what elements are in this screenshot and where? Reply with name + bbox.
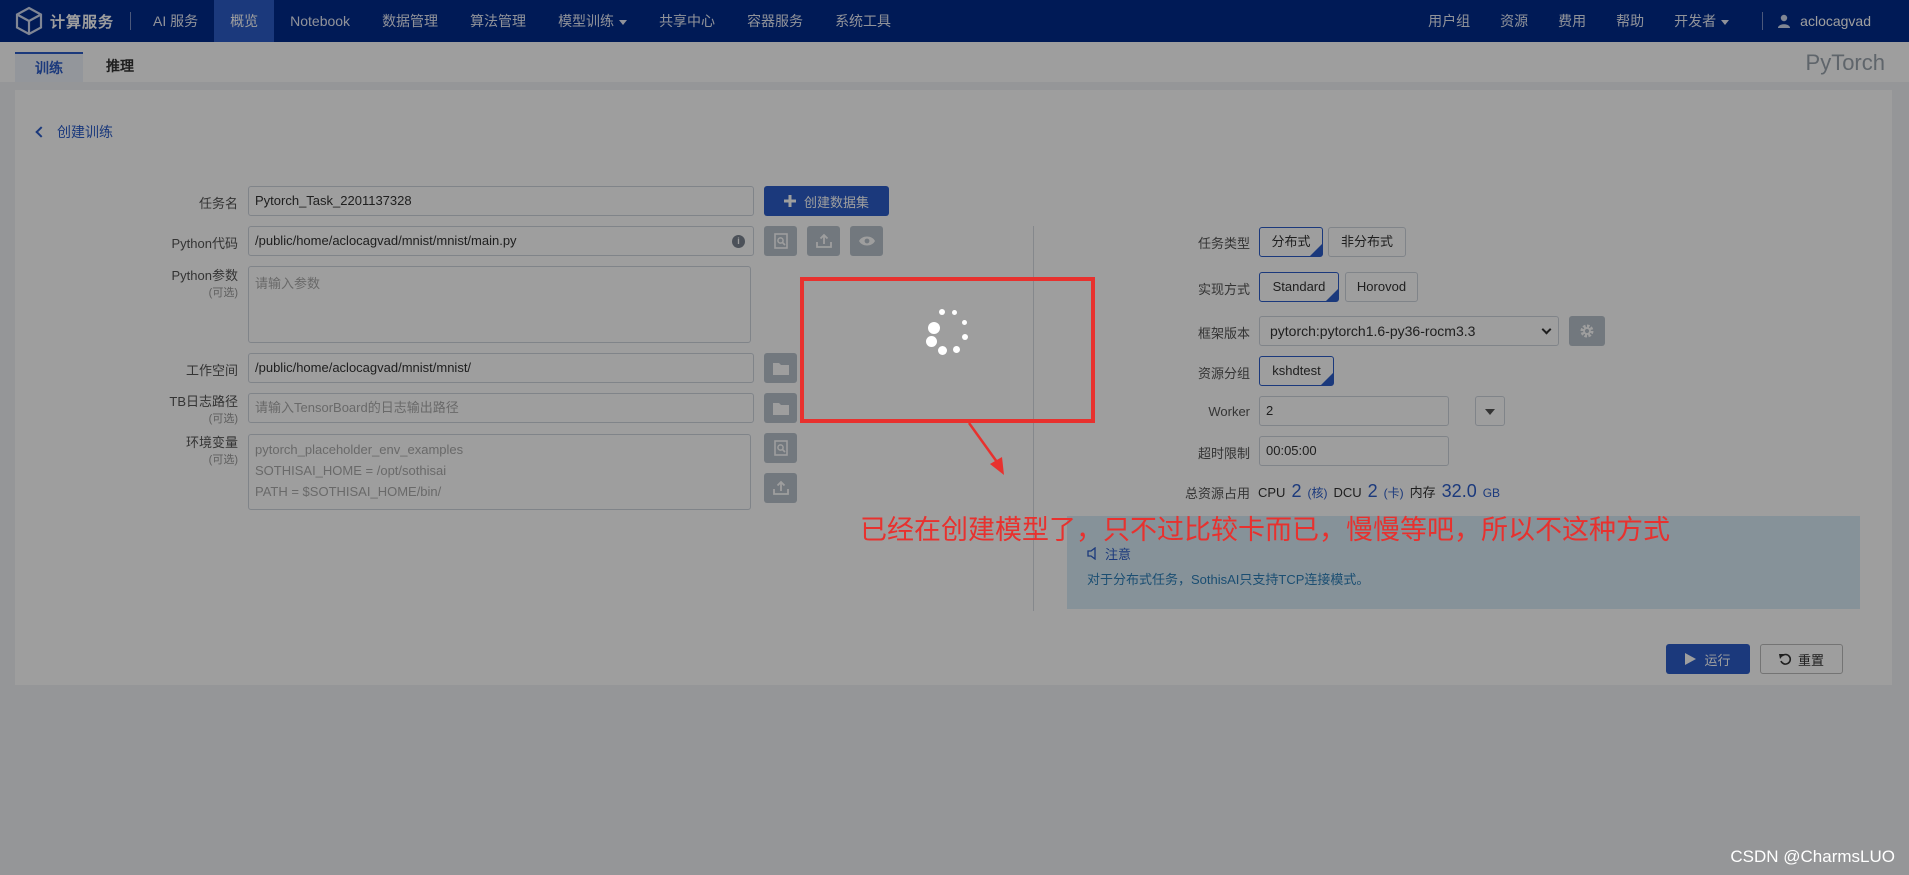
watermark: CSDN @CharmsLUO (1730, 847, 1895, 866)
annotation-highlight-box (800, 277, 1095, 423)
annotation-text: 已经在创建模型了，只不过比较卡而已，慢慢等吧，所以不这种方式 (860, 515, 1670, 546)
loading-overlay (0, 0, 1909, 875)
annotation-arrow-icon (967, 422, 1004, 475)
